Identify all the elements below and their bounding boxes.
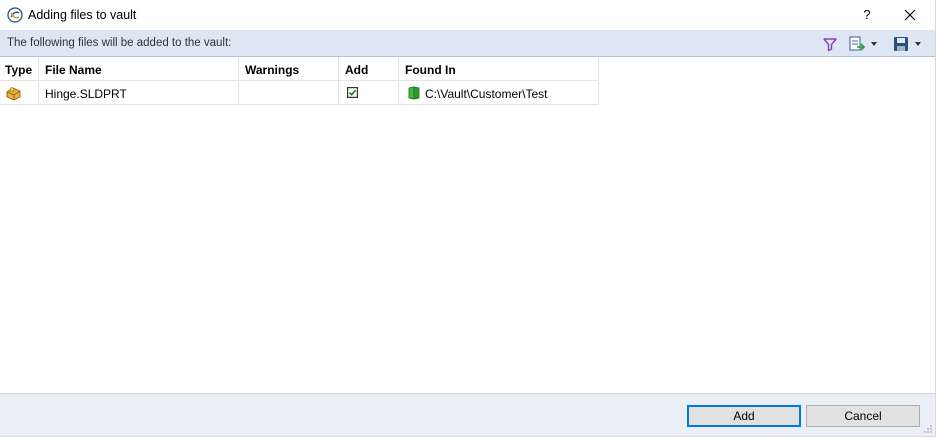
cancel-button[interactable]: Cancel [806,405,920,427]
chevron-down-icon [871,42,877,46]
solidworks-part-icon [6,87,21,101]
found-in-path: C:\Vault\Customer\Test [425,87,548,101]
info-message: The following files will be added to the… [7,37,232,49]
add-button[interactable]: Add [687,405,801,427]
files-grid: Type File Name Warnings Add Found In Hin… [0,57,935,393]
chevron-down-icon [915,42,921,46]
filter-icon[interactable] [822,36,838,52]
info-bar: The following files will be added to the… [0,30,935,57]
resize-grip-icon[interactable] [924,425,932,433]
add-checkbox[interactable] [347,87,358,98]
table-row-add-cell [339,81,399,105]
window-title: Adding files to vault [28,8,137,22]
close-icon[interactable] [899,4,921,26]
export-icon [849,36,866,51]
column-header-warnings[interactable]: Warnings [239,57,339,81]
table-row-file-name[interactable]: Hinge.SLDPRT [39,81,239,105]
column-header-file-name[interactable]: File Name [39,57,239,81]
column-header-type[interactable]: Type [0,57,39,81]
vault-folder-icon [408,86,420,100]
button-bar: Add Cancel [0,393,935,436]
title-bar: Adding files to vault ? [0,0,935,30]
column-header-add[interactable]: Add [339,57,399,81]
table-row-found-in-cell: C:\Vault\Customer\Test [399,81,599,105]
save-dropdown-button[interactable] [892,35,922,53]
export-dropdown-button[interactable] [848,35,878,53]
help-button[interactable]: ? [856,4,878,26]
column-header-found-in[interactable]: Found In [399,57,599,81]
table-row-type-cell [0,81,39,105]
save-icon [894,37,908,51]
dialog-window: Adding files to vault ? The following fi… [0,0,936,437]
table-row-warnings [239,81,339,105]
vault-app-icon [7,7,23,23]
